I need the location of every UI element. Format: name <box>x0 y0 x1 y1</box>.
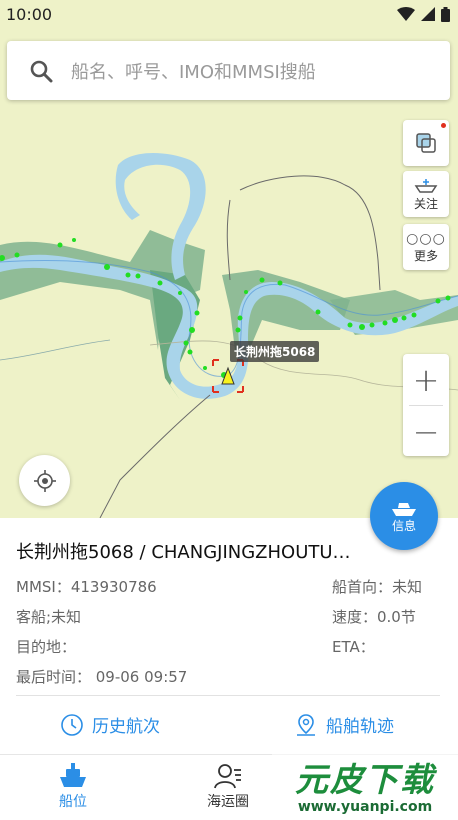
zoom-in-button[interactable]: + <box>403 354 449 405</box>
more-button[interactable]: ○○○ 更多 <box>403 224 449 270</box>
nav-label-ship-position: 船位 <box>59 794 87 810</box>
status-bar: 10:00 <box>0 0 458 28</box>
ship-info-icon <box>392 502 416 516</box>
nav-item-shipping-circle[interactable]: 海运圈 <box>173 761 283 811</box>
clock-icon <box>61 713 83 736</box>
ship-track-label: 船舶轨迹 <box>326 717 394 737</box>
ship-eta: ETA： <box>332 638 375 656</box>
wifi-icon <box>397 7 415 21</box>
panel-divider <box>16 695 440 696</box>
layers-icon <box>416 133 436 153</box>
search-icon <box>30 60 53 82</box>
ship-title: 长荆州拖5068 / CHANGJINGZHOUTU… <box>16 542 351 563</box>
follow-ship-icon <box>414 178 438 193</box>
search-placeholder: 船名、呼号、IMO和MMSI搜船 <box>71 61 316 83</box>
nav-item-ship-position[interactable]: 船位 <box>18 761 128 811</box>
ship-icon <box>60 763 86 787</box>
notification-dot <box>441 123 446 128</box>
more-label: 更多 <box>413 248 438 263</box>
signal-icon <box>421 7 435 21</box>
ship-info-panel: 长荆州拖5068 / CHANGJINGZHOUTU… MMSI：4139307… <box>0 518 458 754</box>
locate-icon <box>33 469 56 492</box>
ship-destination: 目的地： <box>16 638 77 656</box>
follow-label: 关注 <box>413 196 438 211</box>
history-voyage-label: 历史航次 <box>92 717 160 737</box>
ship-speed: 速度：0.0节 <box>332 608 416 626</box>
info-label: 信息 <box>391 518 416 533</box>
selected-ship-label[interactable]: 长荆州拖5068 <box>230 341 320 362</box>
ship-mmsi: MMSI：413930786 <box>16 578 157 596</box>
watermark-url: www.yuanpi.com <box>297 799 433 815</box>
ship-track-button[interactable]: 船舶轨迹 <box>294 712 394 737</box>
locate-button[interactable] <box>19 455 70 506</box>
ship-last-time: 最后时间： 09-06 09:57 <box>16 668 188 686</box>
ship-heading: 船首向：未知 <box>332 578 423 596</box>
ship-type: 客船;未知 <box>16 608 82 626</box>
history-voyage-button[interactable]: 历史航次 <box>60 712 160 737</box>
layer-switch-button[interactable] <box>403 120 449 166</box>
zoom-controls: + − <box>403 354 449 456</box>
battery-icon <box>441 6 450 22</box>
search-bar[interactable]: 船名、呼号、IMO和MMSI搜船 <box>7 41 450 100</box>
track-pin-icon <box>297 713 315 736</box>
follow-button[interactable]: 关注 <box>403 171 449 217</box>
more-dots-icon: ○○○ <box>406 230 446 247</box>
watermark-logo: 元皮下载 www.yuanpi.com <box>272 748 458 820</box>
nav-label-shipping-circle: 海运圈 <box>207 794 249 810</box>
status-icons <box>397 6 450 22</box>
info-fab-button[interactable]: 信息 <box>370 482 438 550</box>
zoom-out-button[interactable]: − <box>403 406 449 457</box>
contacts-icon <box>214 764 241 789</box>
status-time: 10:00 <box>6 4 53 24</box>
watermark-main: 元皮下载 <box>295 760 435 799</box>
